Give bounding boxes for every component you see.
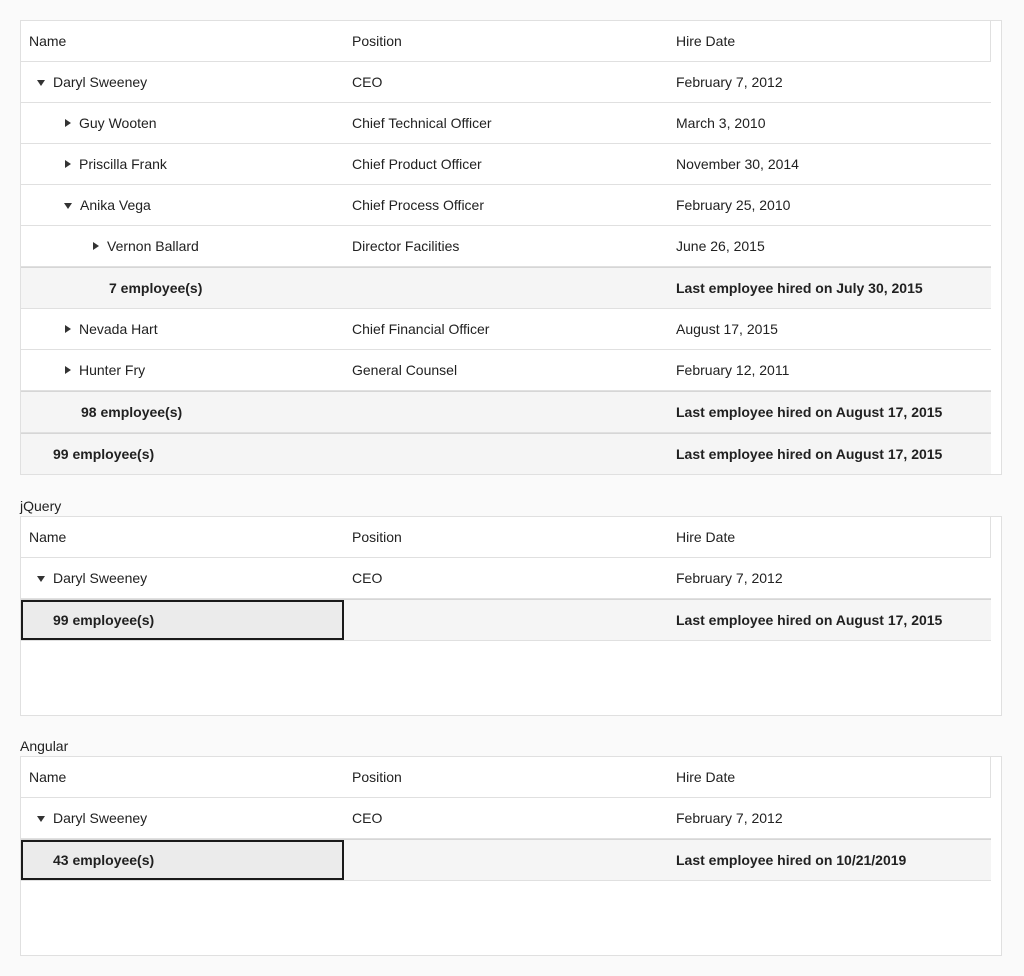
name-cell[interactable]: Nevada Hart [21, 309, 344, 349]
name-cell[interactable]: Hunter Fry [21, 350, 344, 390]
collapse-icon[interactable] [37, 575, 45, 582]
table-row[interactable]: Priscilla Frank Chief Product Officer No… [21, 144, 991, 185]
collapse-icon[interactable] [37, 815, 45, 822]
column-header-position[interactable]: Position [344, 757, 668, 797]
last-hired-summary: Last employee hired on July 30, 2015 [676, 280, 923, 296]
expand-icon[interactable] [65, 119, 71, 127]
count-summary-focused[interactable]: 43 employee(s) [21, 840, 344, 880]
position-cell[interactable]: CEO [344, 798, 668, 838]
last-hired-summary: Last employee hired on August 17, 2015 [676, 404, 943, 420]
table-row[interactable]: Anika Vega Chief Process Officer Februar… [21, 185, 991, 226]
last-hired-summary: Last employee hired on 10/21/2019 [676, 852, 907, 868]
count-summary: 99 employee(s) [53, 446, 155, 462]
last-hired-summary: Last employee hired on August 17, 2015 [676, 446, 943, 462]
expand-icon[interactable] [65, 325, 71, 333]
hire-date-cell[interactable]: June 26, 2015 [668, 226, 991, 266]
hire-date-cell[interactable]: February 7, 2012 [668, 798, 991, 838]
table-row[interactable]: Vernon Ballard Director Facilities June … [21, 226, 991, 267]
last-hired-summary: Last employee hired on August 17, 2015 [676, 612, 943, 628]
column-header-hire-date[interactable]: Hire Date [668, 517, 991, 557]
treelist-grid-1: Name Position Hire Date Daryl Sweeney CE… [20, 20, 1002, 475]
treelist-grid-angular: Name Position Hire Date Daryl Sweeney CE… [20, 756, 1002, 956]
empty-summary [344, 840, 668, 880]
column-header-name[interactable]: Name [21, 21, 344, 61]
table-row[interactable]: Daryl Sweeney CEO February 7, 2012 [21, 798, 991, 839]
position-cell[interactable]: CEO [344, 558, 668, 598]
treelist-grid-jquery: Name Position Hire Date Daryl Sweeney CE… [20, 516, 1002, 716]
position-cell[interactable]: Chief Product Officer [344, 144, 668, 184]
position-cell[interactable]: Chief Process Officer [344, 185, 668, 225]
expand-icon[interactable] [65, 160, 71, 168]
section-label-jquery: jQuery [20, 498, 62, 514]
group-footer-row: 99 employee(s) Last employee hired on Au… [21, 599, 991, 641]
name-cell[interactable]: Daryl Sweeney [21, 798, 344, 838]
hire-date-cell[interactable]: February 12, 2011 [668, 350, 991, 390]
hire-date-cell[interactable]: February 7, 2012 [668, 62, 991, 102]
table-row[interactable]: Daryl Sweeney CEO February 7, 2012 [21, 558, 991, 599]
empty-summary [344, 434, 668, 474]
name-cell[interactable]: Guy Wooten [21, 103, 344, 143]
empty-summary [344, 392, 668, 432]
count-summary: 7 employee(s) [109, 280, 203, 296]
group-footer-row: 7 employee(s) Last employee hired on Jul… [21, 267, 991, 309]
name-cell[interactable]: Vernon Ballard [21, 226, 344, 266]
hire-date-cell[interactable]: November 30, 2014 [668, 144, 991, 184]
collapse-icon[interactable] [64, 202, 72, 209]
collapse-icon[interactable] [37, 79, 45, 86]
position-cell[interactable]: Director Facilities [344, 226, 668, 266]
section-label-angular: Angular [20, 738, 69, 754]
column-header-hire-date[interactable]: Hire Date [668, 757, 991, 797]
expand-icon[interactable] [93, 242, 99, 250]
group-footer-row: 98 employee(s) Last employee hired on Au… [21, 391, 991, 433]
column-header-hire-date[interactable]: Hire Date [668, 21, 991, 61]
count-summary-focused[interactable]: 99 employee(s) [21, 600, 344, 640]
empty-summary [344, 268, 668, 308]
group-footer-row: 99 employee(s) Last employee hired on Au… [21, 433, 991, 474]
table-row[interactable]: Hunter Fry General Counsel February 12, … [21, 350, 991, 391]
header-row: Name Position Hire Date [21, 517, 991, 558]
position-cell[interactable]: Chief Financial Officer [344, 309, 668, 349]
table-row[interactable]: Guy Wooten Chief Technical Officer March… [21, 103, 991, 144]
position-cell[interactable]: Chief Technical Officer [344, 103, 668, 143]
position-cell[interactable]: CEO [344, 62, 668, 102]
column-header-position[interactable]: Position [344, 21, 668, 61]
position-cell[interactable]: General Counsel [344, 350, 668, 390]
name-cell[interactable]: Daryl Sweeney [21, 62, 344, 102]
column-header-position[interactable]: Position [344, 517, 668, 557]
table-row[interactable]: Nevada Hart Chief Financial Officer Augu… [21, 309, 991, 350]
name-cell[interactable]: Anika Vega [21, 185, 344, 225]
empty-summary [344, 600, 668, 640]
name-cell[interactable]: Priscilla Frank [21, 144, 344, 184]
header-row: Name Position Hire Date [21, 757, 991, 798]
expand-icon[interactable] [65, 366, 71, 374]
hire-date-cell[interactable]: February 25, 2010 [668, 185, 991, 225]
column-header-name[interactable]: Name [21, 757, 344, 797]
hire-date-cell[interactable]: August 17, 2015 [668, 309, 991, 349]
column-header-name[interactable]: Name [21, 517, 344, 557]
group-footer-row: 43 employee(s) Last employee hired on 10… [21, 839, 991, 881]
count-summary: 98 employee(s) [81, 404, 183, 420]
header-row: Name Position Hire Date [21, 21, 991, 62]
hire-date-cell[interactable]: February 7, 2012 [668, 558, 991, 598]
name-cell[interactable]: Daryl Sweeney [21, 558, 344, 598]
table-row[interactable]: Daryl Sweeney CEO February 7, 2012 [21, 62, 991, 103]
hire-date-cell[interactable]: March 3, 2010 [668, 103, 991, 143]
